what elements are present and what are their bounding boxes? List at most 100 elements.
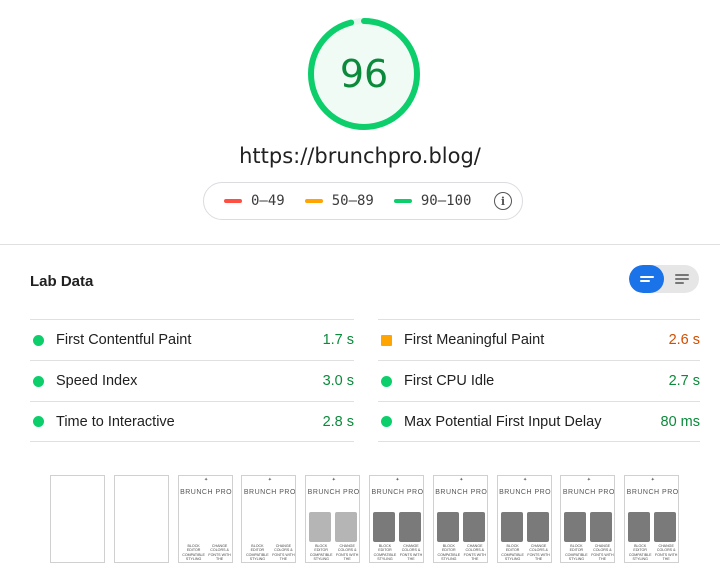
frame-logo: BRUNCH PRO [435, 489, 488, 496]
filmstrip-frame: ✦ BRUNCH PRO BLOCK EDITOR COMPATIBLE STYLI… [560, 475, 616, 563]
legend-average-swatch [304, 199, 323, 203]
frame-star-icon: ✦ [267, 477, 272, 483]
frame-image [500, 512, 523, 542]
metric-speed-index: Speed Index 3.0 s [30, 360, 354, 401]
frame-logo: BRUNCH PRO [499, 489, 552, 496]
frame-logo: BRUNCH PRO [626, 489, 679, 496]
frame-caption: BLOCK EDITOR COMPATIBLE STYLING [246, 544, 269, 562]
frame-caption: BLOCK EDITOR COMPATIBLE STYLING [309, 544, 333, 562]
metric-name: First Meaningful Paint [404, 332, 545, 348]
pass-dot-icon [381, 375, 392, 387]
filmstrip-frame: ✦ BRUNCH PRO BLOCK EDITOR COMPATIBLE STYLI… [305, 475, 361, 563]
metric-time-to-interactive: Time to Interactive 2.8 s [30, 401, 354, 442]
frame-caption: CHANGE COLORS & FONTS WITH THE CUSTOMIZE… [463, 544, 487, 562]
frame-image [654, 512, 677, 542]
metric-value: 1.7 s [322, 332, 354, 348]
frame-caption: CHANGE COLORS & FONTS WITH THE CUSTOMIZE… [654, 544, 678, 562]
frame-caption: BLOCK EDITOR COMPATIBLE STYLING [373, 544, 397, 562]
legend-average-label: 50–89 [331, 193, 374, 209]
score-legend: 0–49 50–89 90–100 i [203, 182, 523, 220]
section-divider [0, 244, 720, 245]
frame-caption: CHANGE COLORS & FONTS WITH THE CUSTOMIZE… [591, 544, 615, 562]
frame-image [373, 512, 395, 542]
metric-value: 2.6 s [668, 332, 700, 348]
frame-image [462, 512, 485, 542]
metric-name: First Contentful Paint [56, 332, 192, 348]
frame-caption: CHANGE COLORS & FONTS WITH THE CUSTOMIZE… [208, 544, 232, 562]
metric-first-contentful-paint: First Contentful Paint 1.7 s [30, 319, 354, 360]
list-view-icon [674, 273, 689, 285]
legend-average: 50–89 [304, 193, 374, 209]
frame-star-icon: ✦ [331, 477, 336, 483]
metric-first-cpu-idle: First CPU Idle 2.7 s [378, 360, 700, 401]
filmstrip-frame [113, 475, 169, 563]
metric-name: Time to Interactive [56, 413, 175, 430]
metric-name: Speed Index [56, 373, 138, 389]
expanded-view-button[interactable] [629, 265, 664, 293]
list-view-button[interactable] [664, 265, 699, 293]
frame-logo: BRUNCH PRO [562, 489, 615, 496]
frame-image [335, 512, 358, 542]
frame-image [628, 512, 651, 542]
metric-name: Max Potential First Input Delay [404, 413, 602, 430]
frame-caption: BLOCK EDITOR COMPATIBLE STYLING [628, 544, 652, 562]
metric-value: 3.0 s [322, 373, 354, 389]
metrics-grid: First Contentful Paint 1.7 s First Meani… [30, 319, 700, 442]
frame-star-icon: ✦ [650, 477, 655, 483]
frame-logo: BRUNCH PRO [371, 489, 424, 496]
frame-star-icon: ✦ [522, 477, 528, 483]
frame-star-icon: ✦ [459, 477, 464, 483]
info-icon[interactable]: i [494, 192, 512, 210]
filmstrip-frame: ✦ BRUNCH PRO BLOCK EDITOR COMPATIBLE STYLI… [496, 475, 552, 563]
frame-caption: CHANGE COLORS & FONTS WITH THE CUSTOMIZE… [272, 544, 296, 562]
legend-pass-swatch [393, 199, 412, 203]
frame-image [399, 512, 421, 542]
frame-logo: BRUNCH PRO [243, 489, 296, 496]
metric-value: 80 ms [660, 413, 701, 430]
frame-image [590, 512, 613, 542]
frame-caption: BLOCK EDITOR COMPATIBLE STYLING [182, 544, 205, 562]
page-url: https://brunchpro.blog/ [239, 144, 481, 168]
view-toggle [629, 265, 699, 293]
legend-pass: 90–100 [393, 193, 472, 209]
legend-fail-label: 0–49 [251, 193, 285, 209]
metric-value: 2.8 s [322, 413, 354, 430]
frame-image [436, 512, 459, 542]
metric-max-potential-fid: Max Potential First Input Delay 80 ms [378, 401, 700, 442]
frame-image [564, 512, 587, 542]
legend-pass-label: 90–100 [420, 193, 472, 209]
metric-first-meaningful-paint: First Meaningful Paint 2.6 s [378, 319, 700, 360]
frame-image [309, 512, 332, 542]
filmstrip: ✦ BRUNCH PRO BLOCK EDITOR COMPATIBLE STYLI… [50, 475, 690, 565]
average-square-icon [381, 334, 392, 346]
frame-caption: BLOCK EDITOR COMPATIBLE STYLING [437, 544, 461, 562]
frame-caption: CHANGE COLORS & FONTS WITH THE CUSTOMIZE… [335, 544, 359, 562]
filmstrip-frame: ✦ BRUNCH PRO BLOCK EDITOR COMPATIBLE STYLI… [624, 475, 680, 563]
pass-dot-icon [381, 416, 392, 427]
section-title: Lab Data [30, 273, 94, 290]
filmstrip-frame: ✦ BRUNCH PRO BLOCK EDITOR COMPATIBLE STYLI… [369, 475, 424, 563]
pass-dot-icon [33, 375, 44, 387]
frame-caption: BLOCK EDITOR COMPATIBLE STYLING [565, 544, 588, 562]
frame-caption: CHANGE COLORS & FONTS WITH THE CUSTOMIZE… [399, 544, 423, 562]
frame-logo: BRUNCH PRO [307, 489, 360, 496]
frame-star-icon: ✦ [203, 477, 209, 483]
legend-fail-swatch [224, 199, 242, 203]
frame-image [526, 512, 549, 542]
filmstrip-frame [50, 475, 105, 563]
metric-value: 2.7 s [668, 373, 700, 389]
frame-logo: BRUNCH PRO [180, 489, 233, 496]
pass-dot-icon [33, 416, 44, 427]
frame-star-icon: ✦ [395, 477, 400, 483]
expanded-view-icon [639, 275, 654, 283]
legend-fail: 0–49 [224, 193, 285, 209]
filmstrip-frame: ✦ BRUNCH PRO BLOCK EDITOR COMPATIBLE STYLI… [432, 475, 488, 563]
score-gauge: 96 [306, 16, 422, 132]
filmstrip-frame: ✦ BRUNCH PRO BLOCK EDITOR COMPATIBLE STYLI… [241, 475, 297, 563]
pass-dot-icon [33, 334, 44, 346]
frame-caption: BLOCK EDITOR COMPATIBLE STYLING [501, 544, 524, 562]
frame-star-icon: ✦ [586, 477, 591, 483]
frame-caption: CHANGE COLORS & FONTS WITH THE CUSTOMIZE… [527, 544, 551, 562]
filmstrip-frame: ✦ BRUNCH PRO BLOCK EDITOR COMPATIBLE STYLI… [177, 475, 233, 563]
metric-name: First CPU Idle [404, 373, 495, 389]
